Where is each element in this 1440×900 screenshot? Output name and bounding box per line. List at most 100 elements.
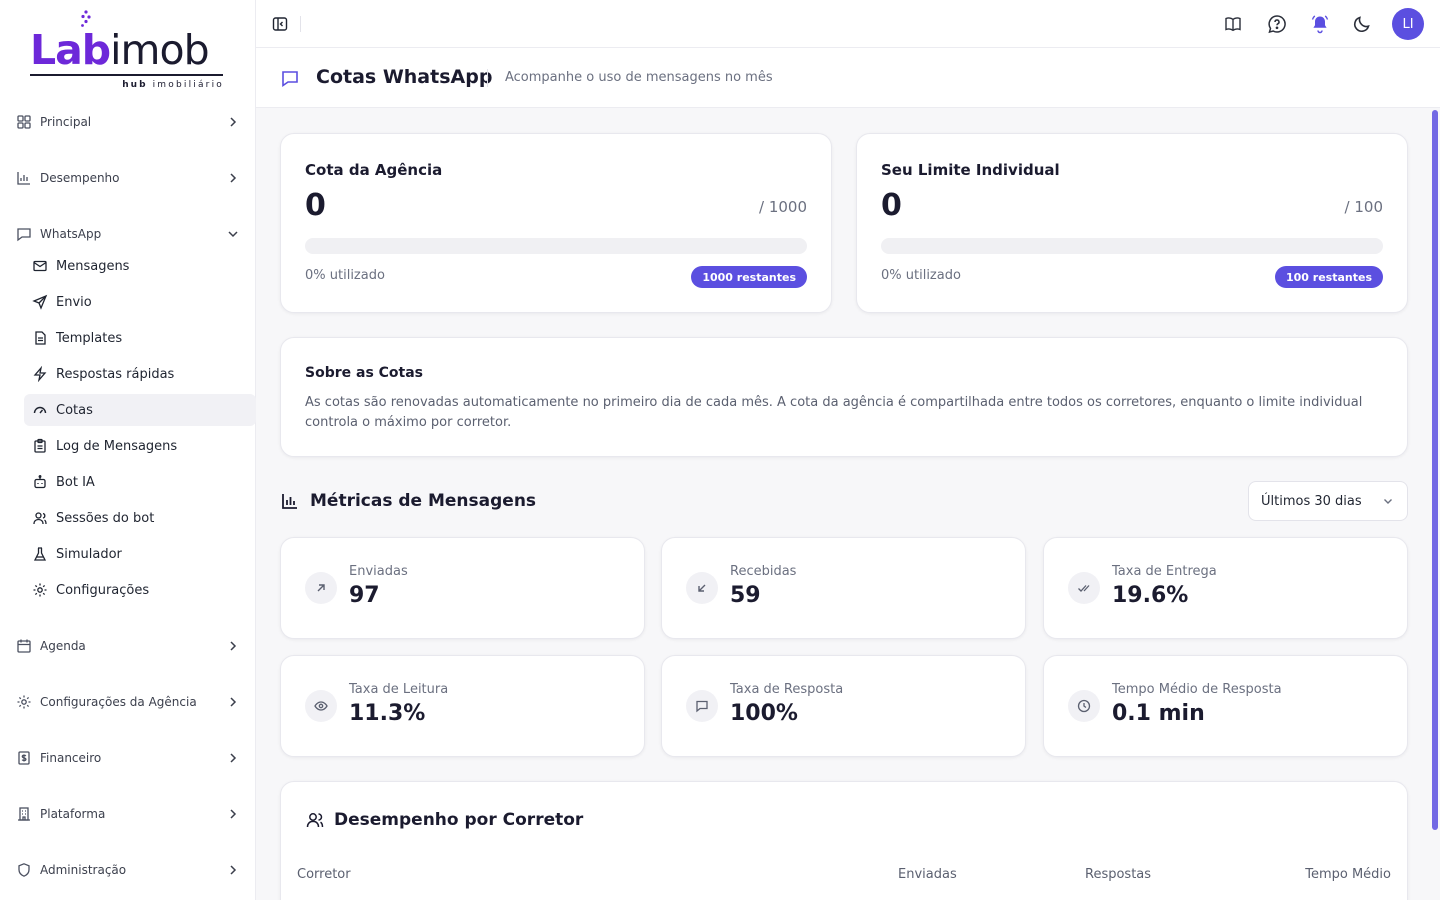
- sidebar-group-label: Principal: [40, 115, 92, 129]
- users-icon: [33, 512, 47, 525]
- chevron-right-icon: [230, 117, 237, 127]
- table-header-corretor[interactable]: Corretor: [297, 867, 351, 882]
- metric-label: Tempo Médio de Resposta: [1112, 682, 1282, 697]
- sidebar-item-simulador[interactable]: Simulador: [24, 538, 256, 570]
- metric-card-taxa-entrega: Taxa de Entrega 19.6%: [1043, 537, 1408, 639]
- metric-label: Taxa de Entrega: [1112, 564, 1217, 579]
- double-check-icon: [1068, 572, 1100, 604]
- chat-icon: [17, 228, 31, 242]
- mail-icon: [33, 260, 47, 272]
- sidebar-item-label: Templates: [56, 330, 123, 346]
- chevron-right-icon: [230, 809, 237, 819]
- calendar-icon: [17, 639, 31, 653]
- quota-max: / 1000: [759, 198, 807, 216]
- sidebar-item-envio[interactable]: Envio: [24, 286, 256, 318]
- topbar: LI: [256, 0, 1440, 48]
- metrics-title: Métricas de Mensagens: [310, 491, 537, 511]
- grid-icon: [17, 115, 31, 129]
- sidebar-group-whatsapp[interactable]: WhatsApp: [16, 222, 240, 246]
- clipboard-icon: [34, 438, 46, 453]
- sidebar-group-label: Financeiro: [40, 751, 102, 765]
- chat-icon: [282, 71, 298, 88]
- performance-title: Desempenho por Corretor: [334, 810, 584, 830]
- sidebar-group-label: Administração: [40, 863, 127, 877]
- performance-header: Desempenho por Corretor: [305, 810, 583, 830]
- user-avatar[interactable]: LI: [1392, 8, 1424, 40]
- sidebar-group-principal[interactable]: Principal: [16, 110, 240, 134]
- help-chat-icon[interactable]: [1266, 13, 1288, 35]
- bot-icon: [34, 475, 46, 489]
- sidebar-item-templates[interactable]: Templates: [24, 322, 256, 354]
- bell-icon[interactable]: [1309, 13, 1331, 35]
- metric-value: 59: [730, 583, 761, 608]
- sidebar-group-config-agencia[interactable]: Configurações da Agência: [16, 690, 240, 714]
- metrics-header: Métricas de Mensagens: [280, 488, 536, 514]
- chevron-right-icon: [230, 865, 237, 875]
- sidebar-item-bot-ia[interactable]: Bot IA: [24, 466, 256, 498]
- sidebar-group-desempenho[interactable]: Desempenho: [16, 166, 240, 190]
- metric-card-taxa-leitura: Taxa de Leitura 11.3%: [280, 655, 645, 757]
- metric-card-recebidas: Recebidas 59: [661, 537, 1026, 639]
- page-subtitle: Acompanhe o uso de mensagens no mês: [505, 70, 773, 85]
- metric-value: 0.1 min: [1112, 701, 1205, 726]
- metric-value: 19.6%: [1112, 583, 1189, 608]
- quota-card-individual: Seu Limite Individual 0 / 100 0% utiliza…: [856, 133, 1408, 313]
- sidebar-group-administracao[interactable]: Administração: [16, 858, 240, 882]
- sidebar-group-label: Configurações da Agência: [40, 695, 197, 709]
- metric-value: 100%: [730, 701, 798, 726]
- quota-title: Seu Limite Individual: [881, 161, 1060, 179]
- sidebar-group-label: Agenda: [40, 639, 86, 653]
- quota-title: Cota da Agência: [305, 161, 443, 179]
- chevron-right-icon: [230, 641, 237, 651]
- sidebar-group-financeiro[interactable]: Financeiro: [16, 746, 240, 770]
- chevron-right-icon: [230, 697, 237, 707]
- sidebar-item-label: Configurações: [56, 582, 150, 598]
- sidebar-item-respostas-rapidas[interactable]: Respostas rápidas: [24, 358, 256, 390]
- sidebar-item-sessoes-bot[interactable]: Sessões do bot: [24, 502, 256, 534]
- metric-label: Taxa de Leitura: [349, 682, 449, 697]
- sidebar-group-agenda[interactable]: Agenda: [16, 634, 240, 658]
- flask-icon: [33, 547, 47, 561]
- about-title: Sobre as Cotas: [305, 365, 424, 381]
- quota-remaining-badge: 1000 restantes: [691, 266, 807, 288]
- sidebar-item-cotas[interactable]: Cotas: [24, 394, 256, 426]
- main-scrollbar[interactable]: [1432, 110, 1438, 830]
- quota-progress-bar: [881, 238, 1383, 254]
- sidebar-group-plataforma[interactable]: Plataforma: [16, 802, 240, 826]
- sidebar-item-label: Envio: [56, 294, 92, 310]
- metric-value: 97: [349, 583, 380, 608]
- shield-icon: [18, 863, 30, 877]
- table-header-tempo-medio[interactable]: Tempo Médio: [1305, 867, 1391, 882]
- about-text: As cotas são renovadas automaticamente n…: [305, 395, 1363, 430]
- table-header-respostas[interactable]: Respostas: [1085, 867, 1151, 882]
- bar-chart-icon: [17, 172, 30, 185]
- logo-tagline: hub imobiliário: [122, 80, 224, 90]
- sidebar-item-label: Mensagens: [56, 258, 130, 274]
- sidebar-item-label: Cotas: [56, 402, 93, 418]
- sidebar-item-label: Sessões do bot: [56, 510, 155, 526]
- table-header-enviadas[interactable]: Enviadas: [898, 867, 957, 882]
- quota-max: / 100: [1344, 198, 1383, 216]
- page-title-divider: [487, 69, 488, 87]
- page-header: Cotas WhatsApp Acompanhe o uso de mensag…: [256, 48, 1440, 108]
- book-icon[interactable]: [1222, 13, 1244, 35]
- sidebar-toggle-icon[interactable]: [270, 14, 290, 34]
- zap-icon: [33, 366, 47, 382]
- metric-card-enviadas: Enviadas 97: [280, 537, 645, 639]
- chevron-down-icon: [228, 231, 238, 238]
- message-square-icon: [686, 690, 718, 722]
- metric-card-tempo-medio: Tempo Médio de Resposta 0.1 min: [1043, 655, 1408, 757]
- moon-icon[interactable]: [1351, 13, 1373, 35]
- quota-used-label: 0% utilizado: [881, 268, 961, 283]
- brand-logo[interactable]: Labimob hub imobiliário: [30, 10, 226, 94]
- quota-remaining-badge: 100 restantes: [1274, 266, 1383, 288]
- sidebar-item-log-mensagens[interactable]: Log de Mensagens: [24, 430, 256, 462]
- logo-underline: [30, 74, 223, 76]
- performance-card: Desempenho por Corretor Corretor Enviada…: [280, 781, 1408, 900]
- sidebar-item-configuracoes[interactable]: Configurações: [24, 574, 256, 606]
- clock-icon: [1068, 690, 1100, 722]
- metric-label: Recebidas: [730, 564, 797, 579]
- chevron-right-icon: [230, 173, 237, 183]
- period-select[interactable]: Últimos 30 dias: [1248, 481, 1408, 521]
- sidebar-item-mensagens[interactable]: Mensagens: [24, 250, 256, 282]
